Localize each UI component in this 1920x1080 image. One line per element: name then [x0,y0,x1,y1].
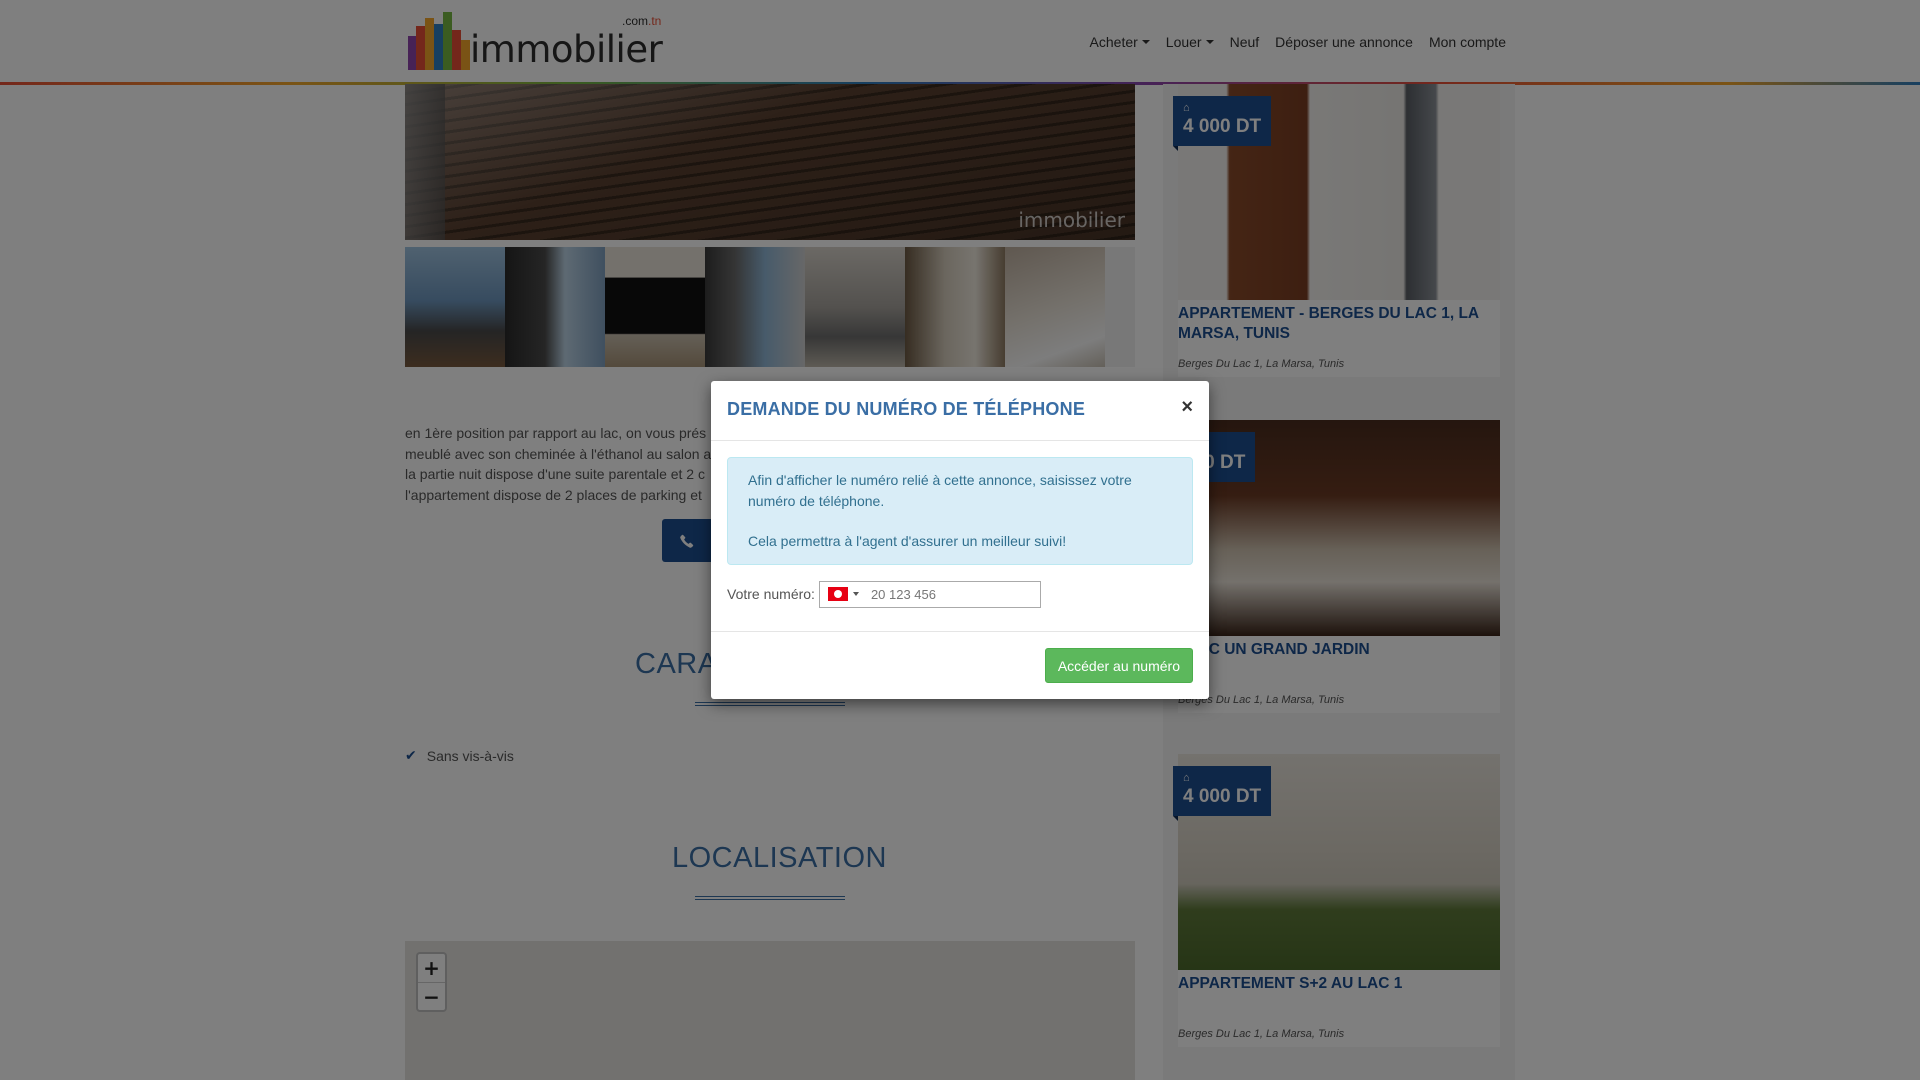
modal-header: DEMANDE DU NUMÉRO DE TÉLÉPHONE × [711,381,1209,441]
access-number-button[interactable]: Accéder au numéro [1044,648,1193,683]
modal-footer: Accéder au numéro [711,631,1209,699]
phone-request-modal: DEMANDE DU NUMÉRO DE TÉLÉPHONE × Afin d'… [711,381,1209,699]
phone-label: Votre numéro: [727,586,815,602]
tunisia-flag-icon[interactable] [827,587,848,601]
phone-input[interactable] [870,586,1031,602]
info-text: Cela permettra à l'agent d'assurer un me… [748,533,1067,549]
modal-title: DEMANDE DU NUMÉRO DE TÉLÉPHONE [727,399,1086,419]
info-alert: Afin d'afficher le numéro relié à cette … [727,457,1193,565]
caret-down-icon[interactable] [852,592,859,596]
close-icon[interactable]: × [1181,397,1193,417]
info-text: Afin d'afficher le numéro relié à cette … [748,472,1132,509]
phone-field-row: Votre numéro: [727,580,1041,608]
phone-input-wrapper [818,580,1041,608]
